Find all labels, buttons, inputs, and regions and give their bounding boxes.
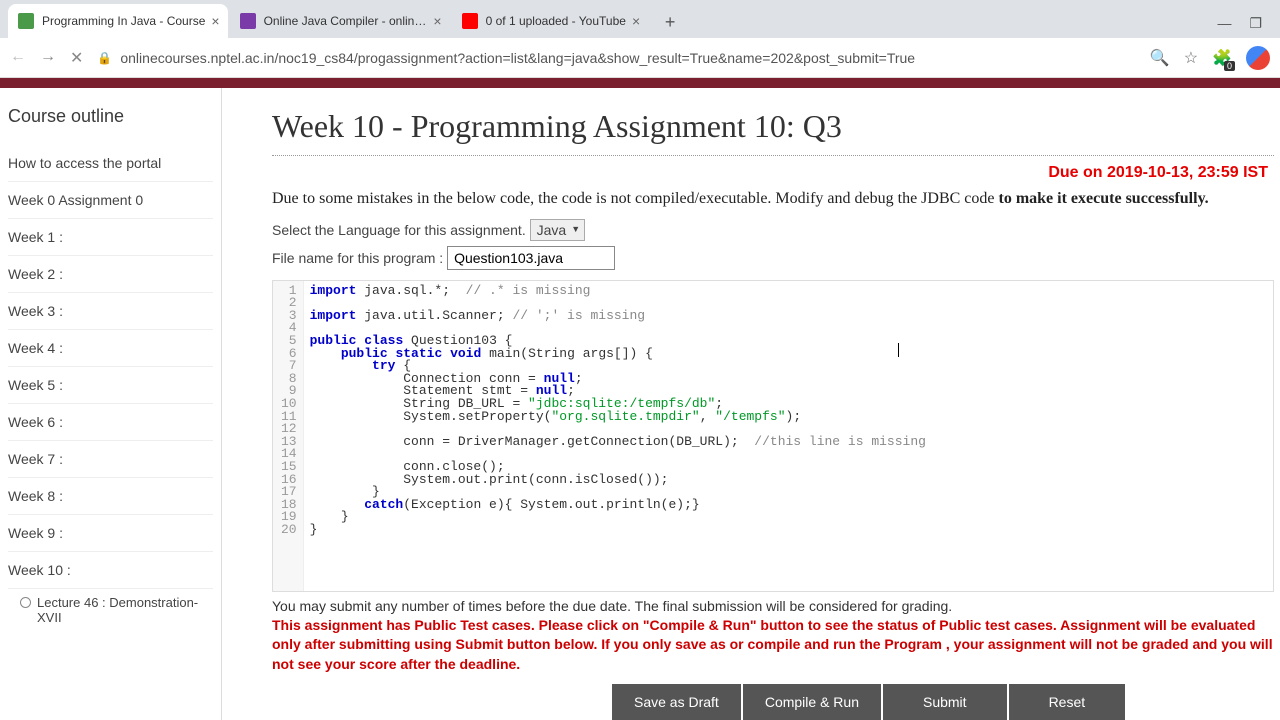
lock-icon[interactable]: 🔒 (97, 51, 112, 65)
instr-bold: to make it execute successfully. (999, 190, 1209, 207)
radio-icon (20, 597, 31, 608)
back-icon[interactable]: ← (10, 48, 26, 68)
sidebar-item-week10[interactable]: Week 10 : (8, 552, 213, 589)
url-field[interactable]: onlinecourses.nptel.ac.in/noc19_cs84/pro… (120, 50, 1149, 66)
sidebar-item-portal[interactable]: How to access the portal (8, 145, 213, 182)
due-date: Due on 2019-10-13, 23:59 IST (272, 164, 1274, 182)
save-draft-button[interactable]: Save as Draft (612, 684, 741, 720)
sidebar-item-week9[interactable]: Week 9 : (8, 515, 213, 552)
profile-avatar[interactable] (1246, 46, 1270, 70)
stop-icon[interactable]: ✕ (70, 48, 83, 68)
sidebar-item-week0[interactable]: Week 0 Assignment 0 (8, 182, 213, 219)
sidebar-item-week7[interactable]: Week 7 : (8, 441, 213, 478)
favicon-icon (18, 13, 34, 29)
close-icon[interactable]: × (632, 13, 640, 29)
sidebar-item-week1[interactable]: Week 1 : (8, 219, 213, 256)
reset-button[interactable]: Reset (1009, 684, 1126, 720)
action-button-row: Save as Draft Compile & Run Submit Reset (612, 684, 1274, 720)
nav-arrows: ← → ✕ (10, 48, 83, 68)
star-icon[interactable]: ☆ (1184, 48, 1198, 68)
lecture-label: Lecture 46 : Demonstration-XVII (37, 595, 213, 625)
addr-right-icons: 🔍 ☆ 🧩0 (1150, 46, 1270, 70)
assignment-instructions: Due to some mistakes in the below code, … (272, 188, 1274, 210)
text-cursor (898, 343, 899, 357)
sidebar-title: Course outline (8, 106, 213, 127)
forward-icon[interactable]: → (40, 48, 56, 68)
close-icon[interactable]: × (211, 13, 219, 29)
page-title: Week 10 - Programming Assignment 10: Q3 (272, 108, 1274, 145)
submit-button[interactable]: Submit (883, 684, 1007, 720)
line-gutter: 1234567891011121314151617181920 (273, 281, 304, 591)
filename-label: File name for this program : (272, 250, 443, 266)
language-select[interactable]: Java (530, 219, 586, 241)
code-editor[interactable]: 1234567891011121314151617181920 import j… (272, 280, 1274, 592)
browser-tab[interactable]: 0 of 1 uploaded - YouTube × (452, 4, 649, 38)
sidebar: Course outline How to access the portal … (0, 88, 222, 720)
sidebar-item-week3[interactable]: Week 3 : (8, 293, 213, 330)
browser-tab[interactable]: Online Java Compiler - online ed × (230, 4, 450, 38)
tab-title: 0 of 1 uploaded - YouTube (486, 14, 626, 28)
divider (272, 155, 1274, 156)
language-row: Select the Language for this assignment.… (272, 222, 1274, 238)
browser-tab-active[interactable]: Programming In Java - Course × (8, 4, 228, 38)
favicon-icon (240, 13, 256, 29)
sidebar-item-week2[interactable]: Week 2 : (8, 256, 213, 293)
sidebar-item-week6[interactable]: Week 6 : (8, 404, 213, 441)
test-warning: This assignment has Public Test cases. P… (272, 616, 1274, 675)
filename-row: File name for this program : (272, 246, 1274, 270)
sidebar-lecture-item[interactable]: Lecture 46 : Demonstration-XVII (8, 589, 213, 625)
tab-bar: Programming In Java - Course × Online Ja… (0, 0, 1280, 38)
sidebar-item-week4[interactable]: Week 4 : (8, 330, 213, 367)
zoom-icon[interactable]: 🔍 (1150, 48, 1170, 68)
maximize-icon[interactable]: ❐ (1249, 15, 1262, 32)
sidebar-item-week8[interactable]: Week 8 : (8, 478, 213, 515)
submit-note: You may submit any number of times befor… (272, 598, 1274, 614)
tab-title: Programming In Java - Course (42, 14, 205, 28)
filename-input[interactable] (447, 246, 615, 270)
favicon-icon (462, 13, 478, 29)
new-tab-button[interactable]: + (656, 8, 684, 36)
main-panel: Week 10 - Programming Assignment 10: Q3 … (222, 88, 1280, 720)
instr-text: Due to some mistakes in the below code, … (272, 190, 999, 207)
address-bar: ← → ✕ 🔒 onlinecourses.nptel.ac.in/noc19_… (0, 38, 1280, 78)
code-area[interactable]: import java.sql.*; // .* is missing impo… (304, 281, 1273, 591)
site-banner (0, 78, 1280, 88)
window-controls: — ❐ (1217, 15, 1272, 38)
page-content: Course outline How to access the portal … (0, 88, 1280, 720)
language-label: Select the Language for this assignment. (272, 222, 526, 238)
minimize-icon[interactable]: — (1217, 15, 1231, 32)
extension-icon[interactable]: 🧩0 (1212, 48, 1232, 68)
compile-run-button[interactable]: Compile & Run (743, 684, 881, 720)
close-icon[interactable]: × (433, 13, 441, 29)
tab-title: Online Java Compiler - online ed (264, 14, 428, 28)
sidebar-item-week5[interactable]: Week 5 : (8, 367, 213, 404)
